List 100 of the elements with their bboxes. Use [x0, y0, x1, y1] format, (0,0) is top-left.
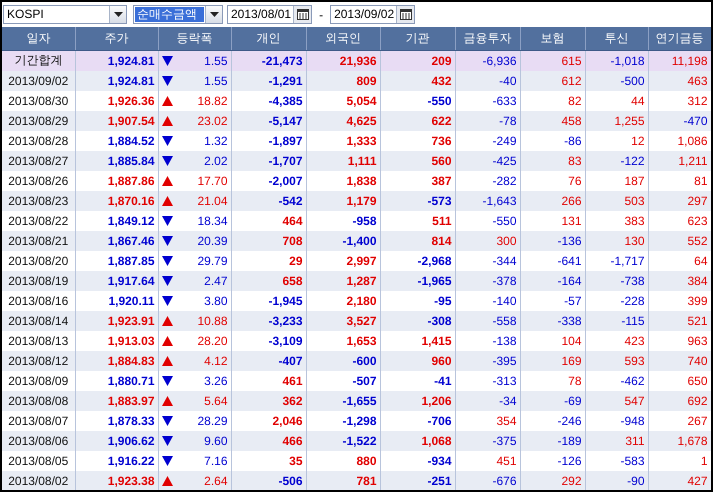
end-date-value: 2013/09/02: [334, 7, 394, 22]
value-cell: -500: [585, 70, 648, 90]
value-cell: 552: [648, 230, 711, 250]
column-header[interactable]: 등락폭: [158, 27, 231, 50]
value-cell: 658: [231, 270, 306, 290]
change-value: 23.02: [197, 114, 228, 128]
column-header[interactable]: 연기금등: [648, 27, 711, 50]
change-value: 1.55: [204, 74, 228, 88]
value-cell: 300: [455, 230, 520, 250]
value-cell: 384: [648, 270, 711, 290]
price-cell: 1,906.62: [75, 430, 158, 450]
date-cell: 2013/08/19: [2, 270, 75, 290]
value-cell: 1,287: [306, 270, 380, 290]
value-cell: -3,233: [231, 310, 306, 330]
value-cell: 781: [306, 470, 380, 490]
end-date-field[interactable]: 2013/09/02: [330, 5, 416, 24]
price-cell: 1,923.91: [75, 310, 158, 330]
column-header[interactable]: 외국인: [306, 27, 380, 50]
value-cell: -5,147: [231, 110, 306, 130]
column-header[interactable]: 투신: [585, 27, 648, 50]
measure-dropdown[interactable]: 순매수금액: [133, 5, 223, 24]
value-cell: 809: [306, 70, 380, 90]
column-header[interactable]: 주가: [75, 27, 158, 50]
value-cell: -375: [455, 430, 520, 450]
value-cell: 297: [648, 190, 711, 210]
change-value: 28.29: [197, 414, 228, 428]
date-cell: 2013/08/08: [2, 390, 75, 410]
value-cell: 3,527: [306, 310, 380, 330]
value-cell: 1,255: [585, 110, 648, 130]
value-cell: 814: [380, 230, 455, 250]
value-cell: -558: [455, 310, 520, 330]
date-cell: 2013/08/14: [2, 310, 75, 330]
value-cell: 521: [648, 310, 711, 330]
change-value: 9.60: [204, 434, 228, 448]
change-value: 18.34: [197, 214, 228, 228]
value-cell: -738: [585, 270, 648, 290]
value-cell: 612: [520, 70, 585, 90]
value-cell: 466: [231, 430, 306, 450]
value-cell: 1,678: [648, 430, 711, 450]
value-cell: -308: [380, 310, 455, 330]
column-header[interactable]: 기관: [380, 27, 455, 50]
value-cell: 622: [380, 110, 455, 130]
change-value: 21.04: [197, 194, 228, 208]
value-cell: 292: [520, 470, 585, 490]
start-date-field[interactable]: 2013/08/01: [227, 5, 312, 24]
column-header[interactable]: 금융투자: [455, 27, 520, 50]
date-cell: 2013/08/29: [2, 110, 75, 130]
value-cell: 960: [380, 350, 455, 370]
value-cell: 503: [585, 190, 648, 210]
price-cell: 1,867.46: [75, 230, 158, 250]
calendar-icon[interactable]: [400, 9, 412, 20]
value-cell: 1,068: [380, 430, 455, 450]
value-cell: -115: [585, 310, 648, 330]
value-cell: -378: [455, 270, 520, 290]
change-value: 1.55: [204, 54, 228, 68]
date-cell: 2013/08/02: [2, 470, 75, 490]
value-cell: -251: [380, 470, 455, 490]
column-header[interactable]: 일자: [2, 27, 75, 50]
value-cell: -573: [380, 190, 455, 210]
price-cell: 1,883.97: [75, 390, 158, 410]
value-cell: 463: [648, 70, 711, 90]
change-value: 10.88: [197, 314, 228, 328]
price-cell: 1,885.84: [75, 150, 158, 170]
change-value: 18.82: [197, 94, 228, 108]
change-value: 17.70: [197, 174, 228, 188]
change-value: 3.26: [204, 374, 228, 388]
value-cell: 362: [231, 390, 306, 410]
value-cell: -189: [520, 430, 585, 450]
value-cell: -90: [585, 470, 648, 490]
value-cell: -1,018: [585, 50, 648, 70]
price-cell: 1,870.16: [75, 190, 158, 210]
value-cell: -470: [648, 110, 711, 130]
price-cell: 1,924.81: [75, 50, 158, 70]
date-cell: 2013/08/12: [2, 350, 75, 370]
value-cell: 692: [648, 390, 711, 410]
value-cell: 1,211: [648, 150, 711, 170]
value-cell: -542: [231, 190, 306, 210]
date-cell: 2013/08/21: [2, 230, 75, 250]
value-cell: -506: [231, 470, 306, 490]
calendar-icon[interactable]: [296, 9, 309, 20]
column-header[interactable]: 개인: [231, 27, 306, 50]
value-cell: -21,473: [231, 50, 306, 70]
price-cell: 1,884.83: [75, 350, 158, 370]
market-dropdown[interactable]: KOSPI: [3, 5, 127, 24]
column-header[interactable]: 보험: [520, 27, 585, 50]
market-value: KOSPI: [6, 6, 45, 23]
date-cell: 기간합계: [2, 50, 75, 70]
value-cell: 615: [520, 50, 585, 70]
value-cell: 83: [520, 150, 585, 170]
value-cell: 21,936: [306, 50, 380, 70]
change-value: 28.20: [197, 334, 228, 348]
value-cell: -122: [585, 150, 648, 170]
value-cell: -1,655: [306, 390, 380, 410]
change-value: 2.02: [204, 154, 228, 168]
caret-icon: [114, 12, 122, 17]
value-cell: -395: [455, 350, 520, 370]
price-cell: 1,923.38: [75, 470, 158, 490]
value-cell: 547: [585, 390, 648, 410]
value-cell: -1,707: [231, 150, 306, 170]
date-cell: 2013/08/23: [2, 190, 75, 210]
